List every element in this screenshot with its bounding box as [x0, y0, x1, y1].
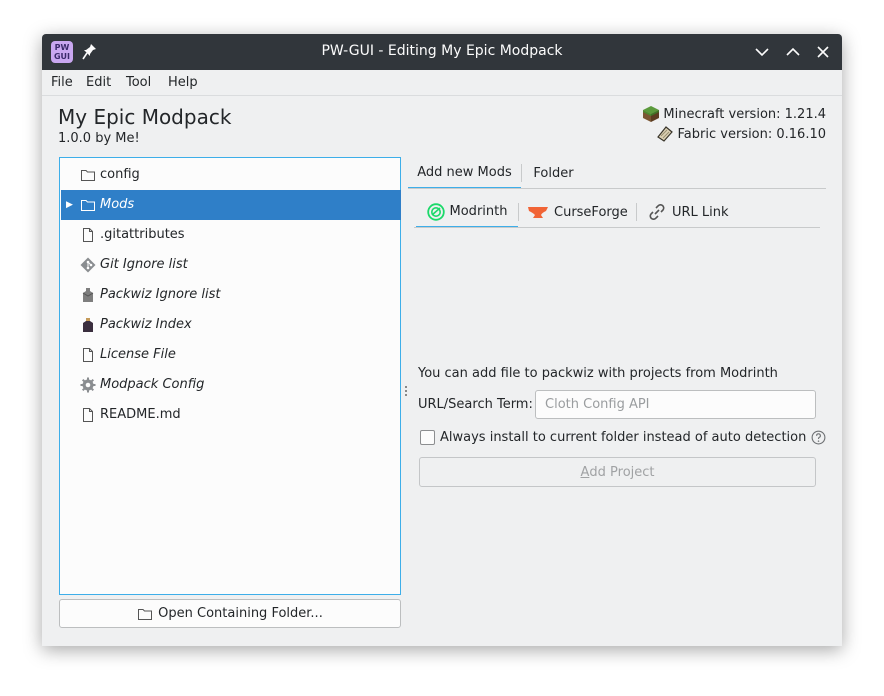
- always-install-label: Always install to current folder instead…: [440, 430, 807, 445]
- tree-item-label: config: [100, 167, 140, 182]
- subtab-curseforge[interactable]: CurseForge: [527, 197, 637, 227]
- minecraft-version-row: Minecraft version: 1.21.4: [642, 105, 826, 123]
- file-icon: [83, 228, 93, 242]
- close-button[interactable]: [813, 42, 833, 62]
- file-icon: [83, 348, 93, 362]
- tree-item-label: Packwiz Ignore list: [100, 287, 221, 302]
- fabric-version: Fabric version: 0.16.10: [677, 126, 826, 142]
- tree-item-label: README.md: [100, 407, 181, 422]
- tree-item-config[interactable]: config: [61, 160, 401, 190]
- menu-edit[interactable]: Edit: [86, 75, 111, 90]
- subtab-modrinth[interactable]: Modrinth: [416, 197, 518, 228]
- link-icon: [649, 204, 665, 220]
- subtab-label: URL Link: [672, 204, 729, 220]
- subtab-bar-divider: [414, 227, 820, 228]
- menu-file[interactable]: File: [51, 75, 73, 90]
- modpack-version-author: 1.0.0 by Me!: [58, 131, 140, 146]
- tree-item-modpack-config[interactable]: Modpack Config: [61, 370, 401, 400]
- menu-help[interactable]: Help: [168, 75, 198, 90]
- window-title: PW-GUI - Editing My Epic Modpack: [321, 43, 563, 59]
- maximize-button[interactable]: [783, 42, 803, 62]
- url-search-input[interactable]: [535, 390, 816, 419]
- menu-bar: File Edit Tool Help: [42, 70, 842, 96]
- tree-item-mods[interactable]: ▶ Mods: [61, 190, 401, 220]
- tab-bar-divider: [408, 188, 826, 189]
- modrinth-description: You can add file to packwiz with project…: [418, 366, 778, 381]
- url-search-label: URL/Search Term:: [418, 397, 533, 412]
- tab-label: Folder: [533, 165, 574, 181]
- curseforge-icon: [528, 207, 548, 218]
- minimize-button[interactable]: [752, 42, 772, 62]
- tree-item-label: Mods: [100, 197, 135, 212]
- file-tree[interactable]: config ▶ Mods .gitattributes Git Ignore …: [59, 157, 401, 595]
- subtab-label: CurseForge: [554, 204, 628, 220]
- modrinth-icon: [426, 202, 445, 221]
- git-icon: [80, 257, 96, 273]
- tab-add-new-mods[interactable]: Add new Mods: [408, 158, 521, 189]
- help-icon[interactable]: [811, 430, 826, 445]
- open-folder-label: Open Containing Folder...: [158, 606, 323, 621]
- tab-label: Add new Mods: [417, 165, 512, 180]
- tree-item-label: .gitattributes: [100, 227, 185, 242]
- open-containing-folder-button[interactable]: Open Containing Folder...: [59, 599, 401, 628]
- folder-icon: [81, 170, 95, 181]
- tab-folder[interactable]: Folder: [522, 158, 585, 188]
- subtab-url-link[interactable]: URL Link: [647, 197, 737, 227]
- app-window: PW GUI PW-GUI - Editing My Epic Modpack …: [42, 34, 842, 646]
- file-icon: [83, 408, 93, 422]
- tree-item-packwiz-index[interactable]: Packwiz Index: [61, 310, 401, 340]
- tree-item-git-ignore[interactable]: Git Ignore list: [61, 250, 401, 280]
- packwiz-index-icon: [83, 318, 93, 332]
- add-project-button[interactable]: Add Project: [419, 457, 816, 487]
- gear-icon: [80, 377, 96, 393]
- subtab-separator: [518, 203, 519, 221]
- splitter-handle[interactable]: [405, 386, 408, 398]
- title-bar[interactable]: PW GUI PW-GUI - Editing My Epic Modpack: [42, 34, 842, 70]
- fabric-icon: [656, 126, 673, 142]
- always-install-checkbox[interactable]: [420, 430, 435, 445]
- subtab-separator: [636, 203, 637, 221]
- menu-tool[interactable]: Tool: [126, 75, 151, 90]
- folder-icon: [138, 608, 153, 620]
- folder-icon: [81, 200, 95, 211]
- tree-item-label: Modpack Config: [100, 377, 205, 392]
- tree-item-label: Packwiz Index: [100, 317, 192, 332]
- packwiz-ignore-icon: [82, 288, 94, 302]
- tree-item-gitattributes[interactable]: .gitattributes: [61, 220, 401, 250]
- subtab-label: Modrinth: [449, 204, 508, 219]
- always-install-row: Always install to current folder instead…: [420, 430, 826, 445]
- expand-arrow-icon[interactable]: ▶: [66, 200, 73, 210]
- tree-item-packwiz-ignore[interactable]: Packwiz Ignore list: [61, 280, 401, 310]
- minecraft-version: Minecraft version: 1.21.4: [663, 106, 826, 122]
- fabric-version-row: Fabric version: 0.16.10: [655, 125, 826, 143]
- add-project-label: dd Project: [589, 464, 655, 480]
- tree-item-readme[interactable]: README.md: [61, 400, 401, 430]
- tree-item-license[interactable]: License File: [61, 340, 401, 370]
- grass-block-icon: [643, 106, 660, 122]
- tree-item-label: Git Ignore list: [100, 257, 188, 272]
- modpack-title: My Epic Modpack: [58, 105, 232, 129]
- tree-item-label: License File: [100, 347, 176, 362]
- add-project-mnemonic: A: [580, 464, 590, 480]
